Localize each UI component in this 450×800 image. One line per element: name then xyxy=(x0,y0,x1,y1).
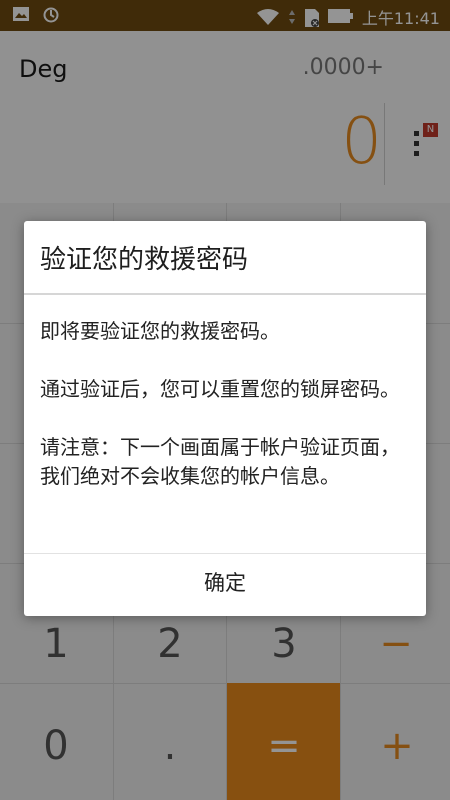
dialog-title: 验证您的救援密码 xyxy=(40,245,249,275)
message-paragraph-2: 通过验证后，您可以重置您的锁屏密码。 xyxy=(40,377,400,401)
verify-rescue-password-dialog: 验证您的救援密码 即将要验证您的救援密码。 通过验证后，您可以重置您的锁屏密码。… xyxy=(24,221,426,616)
message-paragraph-1: 即将要验证您的救援密码。 xyxy=(40,319,280,343)
dialog-message: 即将要验证您的救援密码。 通过验证后，您可以重置您的锁屏密码。 请注意：下一个画… xyxy=(40,317,410,491)
title-divider xyxy=(24,293,426,295)
confirm-button[interactable]: 确定 xyxy=(24,554,426,616)
message-paragraph-3: 请注意：下一个画面属于帐户验证页面，我们绝对不会收集您的帐户信息。 xyxy=(40,435,400,488)
